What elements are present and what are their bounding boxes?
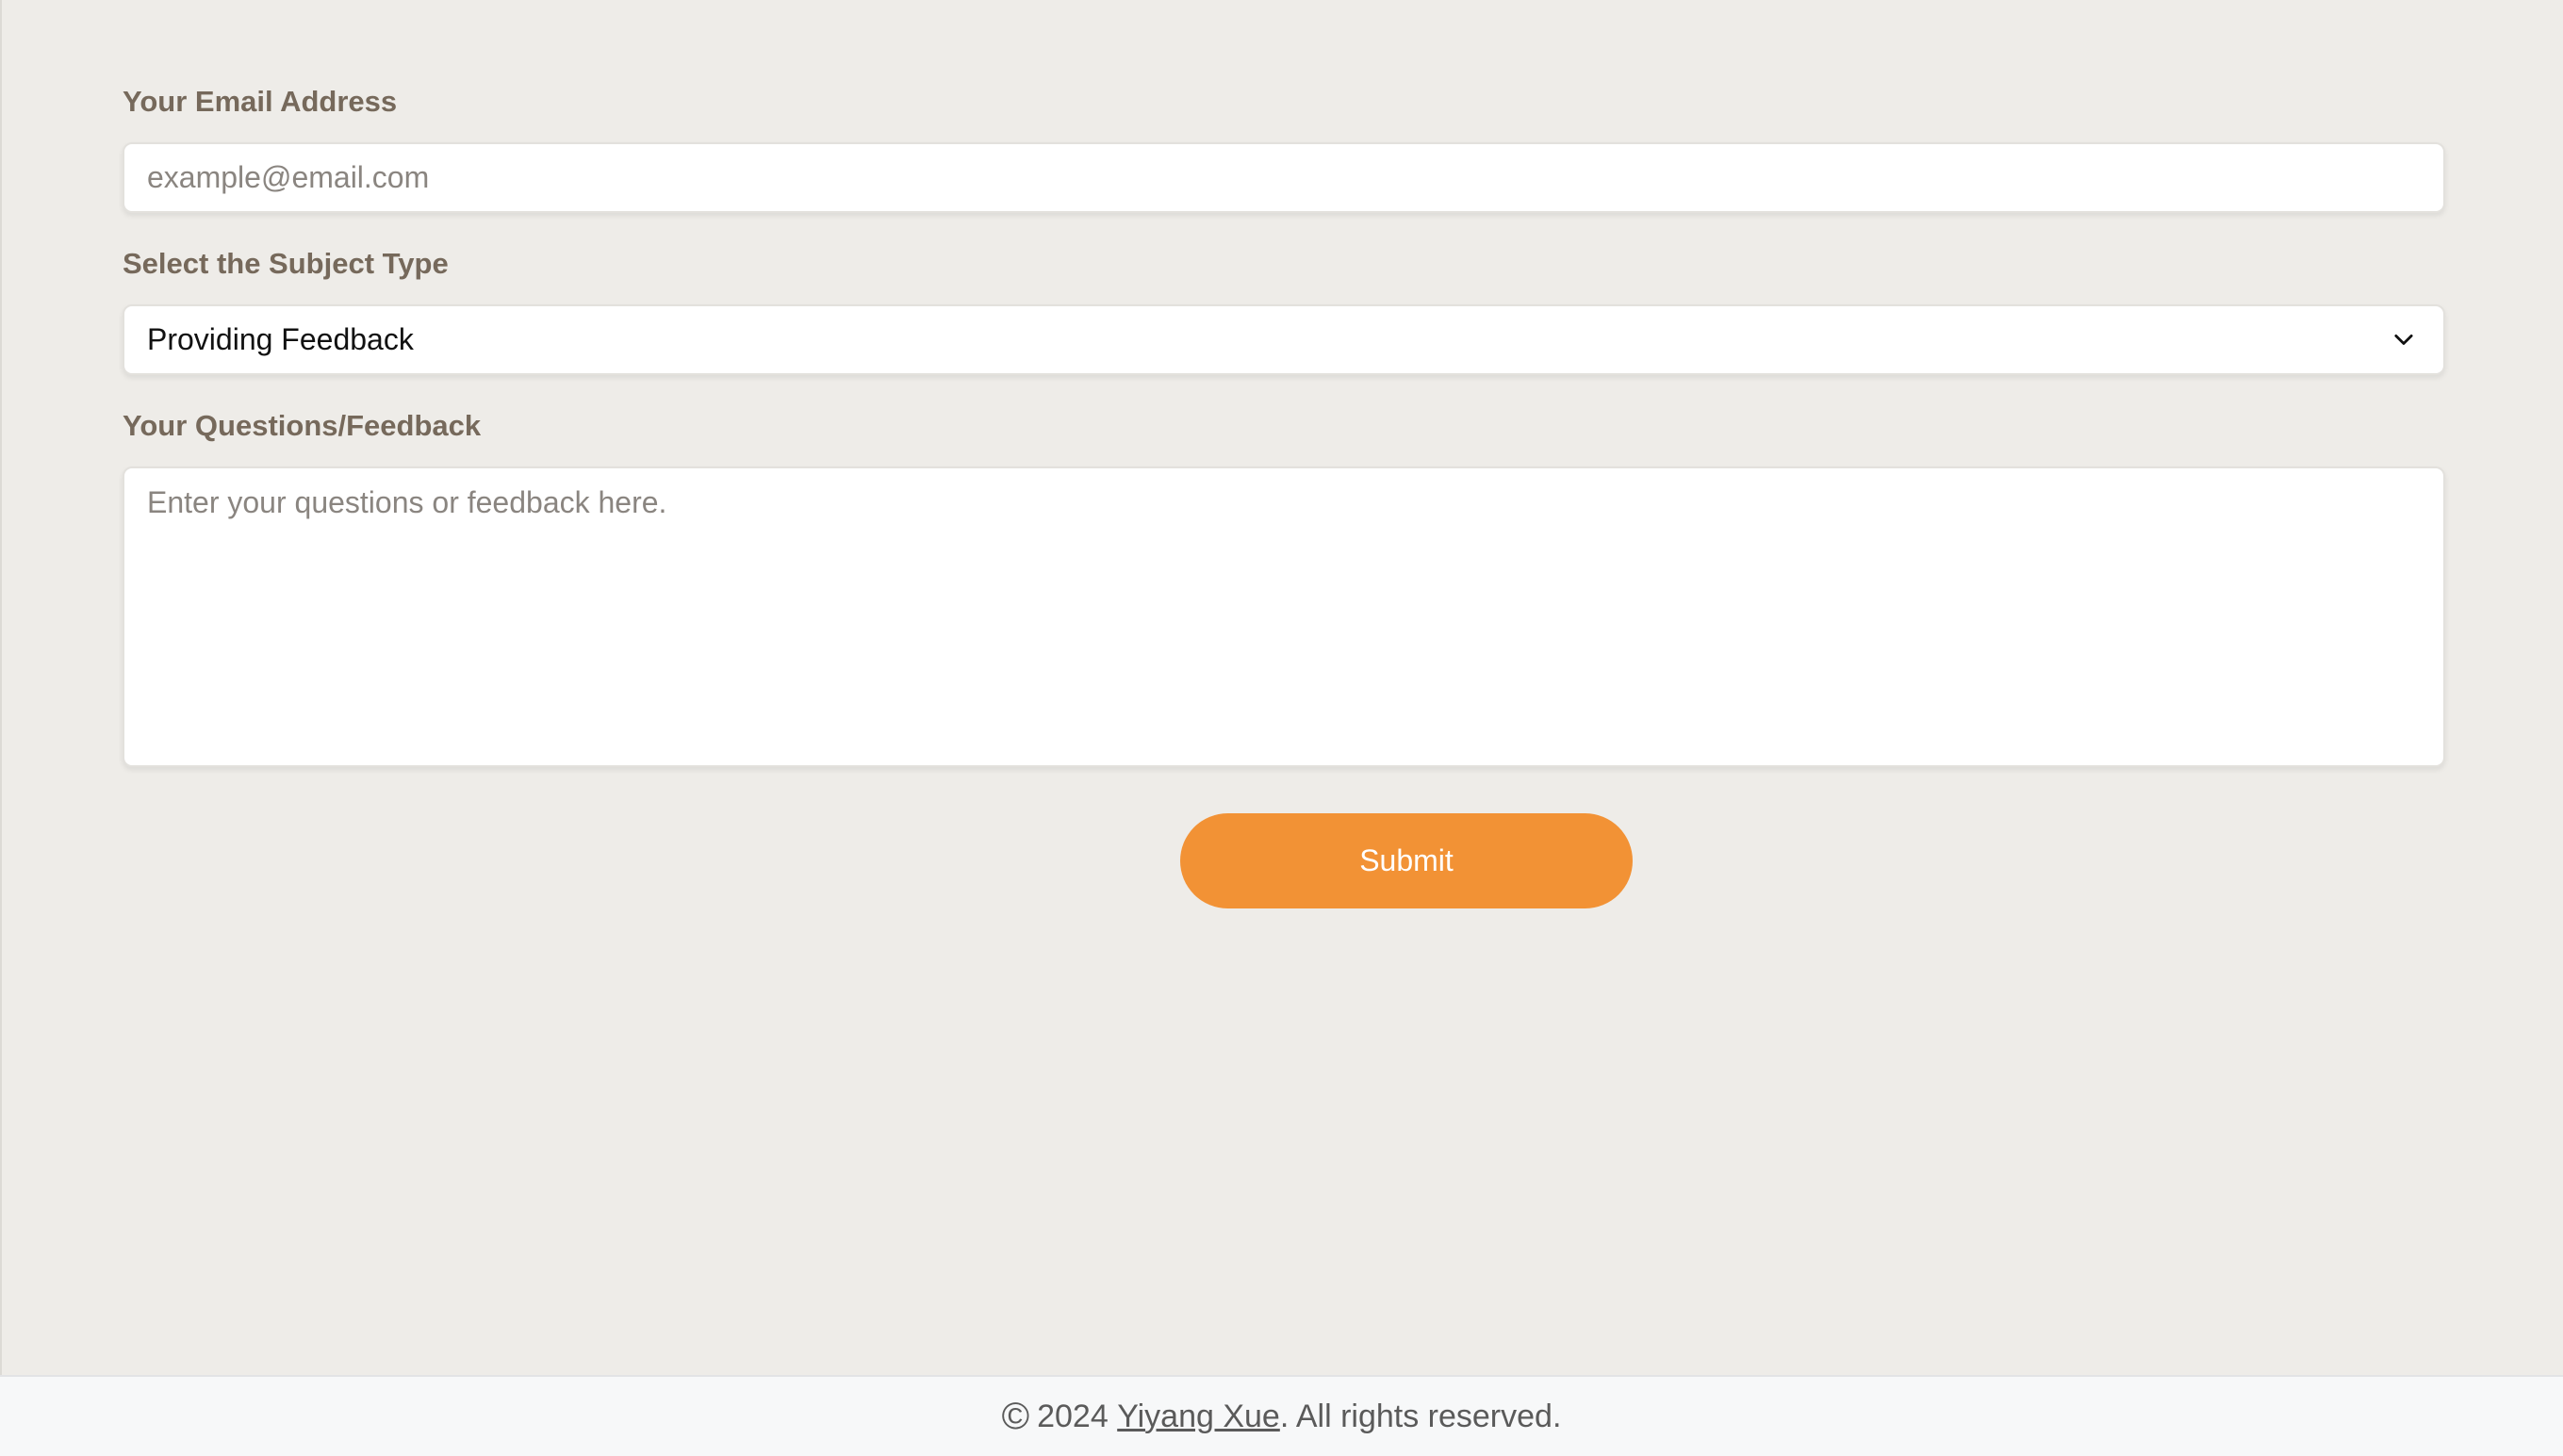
email-label: Your Email Address	[123, 85, 398, 118]
page-left-edge	[0, 0, 2, 1376]
chevron-down-icon	[2394, 334, 2413, 345]
feedback-textarea[interactable]	[124, 468, 2443, 765]
email-field-container	[123, 142, 2445, 213]
feedback-label: Your Questions/Feedback	[123, 409, 482, 442]
feedback-field-container	[123, 466, 2445, 767]
subject-label: Select the Subject Type	[123, 247, 449, 280]
subject-select[interactable]: Providing Feedback	[123, 304, 2445, 375]
author-link[interactable]: Yiyang Xue	[1117, 1399, 1280, 1435]
submit-button[interactable]: Submit	[1180, 813, 1633, 908]
footer: © 2024 Yiyang Xue . All rights reserved.	[0, 1375, 2563, 1456]
email-input[interactable]	[124, 144, 2443, 211]
subject-selected-value: Providing Feedback	[147, 322, 414, 356]
copyright-icon: ©	[1001, 1396, 1030, 1437]
footer-rights-text: . All rights reserved.	[1279, 1398, 1562, 1434]
footer-year: 2024	[1037, 1398, 1109, 1434]
